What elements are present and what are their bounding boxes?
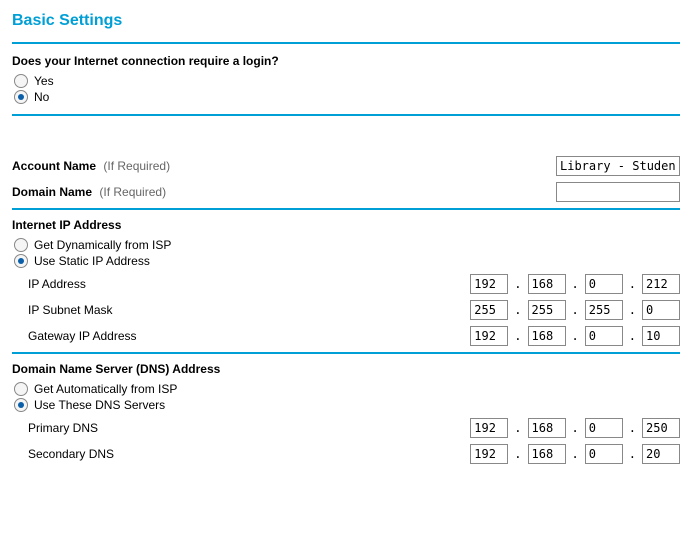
dns-use-radio[interactable] — [14, 398, 28, 412]
dot-separator: . — [514, 447, 521, 461]
ip-address-fields: . . . — [470, 274, 680, 294]
primary-dns-c[interactable] — [585, 418, 623, 438]
divider — [12, 352, 680, 354]
ip-subnet-fields: . . . — [470, 300, 680, 320]
dot-separator: . — [629, 421, 636, 435]
login-question: Does your Internet connection require a … — [12, 54, 680, 68]
dns-header: Domain Name Server (DNS) Address — [12, 362, 680, 376]
primary-dns-fields: . . . — [470, 418, 680, 438]
account-name-label: Account Name — [12, 159, 96, 173]
primary-dns-a[interactable] — [470, 418, 508, 438]
ip-static-radio[interactable] — [14, 254, 28, 268]
login-no-label[interactable]: No — [34, 90, 49, 104]
dot-separator: . — [572, 277, 579, 291]
login-yes-radio[interactable] — [14, 74, 28, 88]
page-title: Basic Settings — [12, 12, 680, 30]
primary-dns-d[interactable] — [642, 418, 680, 438]
ip-subnet-label: IP Subnet Mask — [28, 303, 113, 317]
domain-name-label: Domain Name — [12, 185, 92, 199]
gateway-fields: . . . — [470, 326, 680, 346]
login-no-radio[interactable] — [14, 90, 28, 104]
divider — [12, 208, 680, 210]
internet-ip-header: Internet IP Address — [12, 218, 680, 232]
dot-separator: . — [514, 303, 521, 317]
dot-separator: . — [572, 329, 579, 343]
ip-static-label[interactable]: Use Static IP Address — [34, 254, 150, 268]
dot-separator: . — [629, 329, 636, 343]
primary-dns-label: Primary DNS — [28, 421, 98, 435]
secondary-dns-a[interactable] — [470, 444, 508, 464]
dot-separator: . — [514, 277, 521, 291]
login-yes-label[interactable]: Yes — [34, 74, 54, 88]
gateway-c[interactable] — [585, 326, 623, 346]
ip-address-d[interactable] — [642, 274, 680, 294]
dot-separator: . — [572, 303, 579, 317]
account-name-input[interactable] — [556, 156, 680, 176]
dot-separator: . — [572, 447, 579, 461]
gateway-a[interactable] — [470, 326, 508, 346]
ip-address-b[interactable] — [528, 274, 566, 294]
secondary-dns-fields: . . . — [470, 444, 680, 464]
gateway-label: Gateway IP Address — [28, 329, 137, 343]
subnet-c[interactable] — [585, 300, 623, 320]
ip-dynamic-radio[interactable] — [14, 238, 28, 252]
dns-auto-radio[interactable] — [14, 382, 28, 396]
dns-use-label[interactable]: Use These DNS Servers — [34, 398, 165, 412]
ip-address-label: IP Address — [28, 277, 86, 291]
secondary-dns-c[interactable] — [585, 444, 623, 464]
dot-separator: . — [629, 277, 636, 291]
account-name-sublabel: (If Required) — [103, 159, 170, 173]
ip-address-a[interactable] — [470, 274, 508, 294]
secondary-dns-b[interactable] — [528, 444, 566, 464]
dot-separator: . — [572, 421, 579, 435]
primary-dns-b[interactable] — [528, 418, 566, 438]
subnet-b[interactable] — [528, 300, 566, 320]
dns-auto-label[interactable]: Get Automatically from ISP — [34, 382, 177, 396]
ip-address-c[interactable] — [585, 274, 623, 294]
dot-separator: . — [629, 447, 636, 461]
secondary-dns-d[interactable] — [642, 444, 680, 464]
domain-name-sublabel: (If Required) — [99, 185, 166, 199]
gateway-b[interactable] — [528, 326, 566, 346]
ip-dynamic-label[interactable]: Get Dynamically from ISP — [34, 238, 171, 252]
dot-separator: . — [629, 303, 636, 317]
domain-name-input[interactable] — [556, 182, 680, 202]
subnet-a[interactable] — [470, 300, 508, 320]
gateway-d[interactable] — [642, 326, 680, 346]
dot-separator: . — [514, 329, 521, 343]
dot-separator: . — [514, 421, 521, 435]
subnet-d[interactable] — [642, 300, 680, 320]
secondary-dns-label: Secondary DNS — [28, 447, 114, 461]
